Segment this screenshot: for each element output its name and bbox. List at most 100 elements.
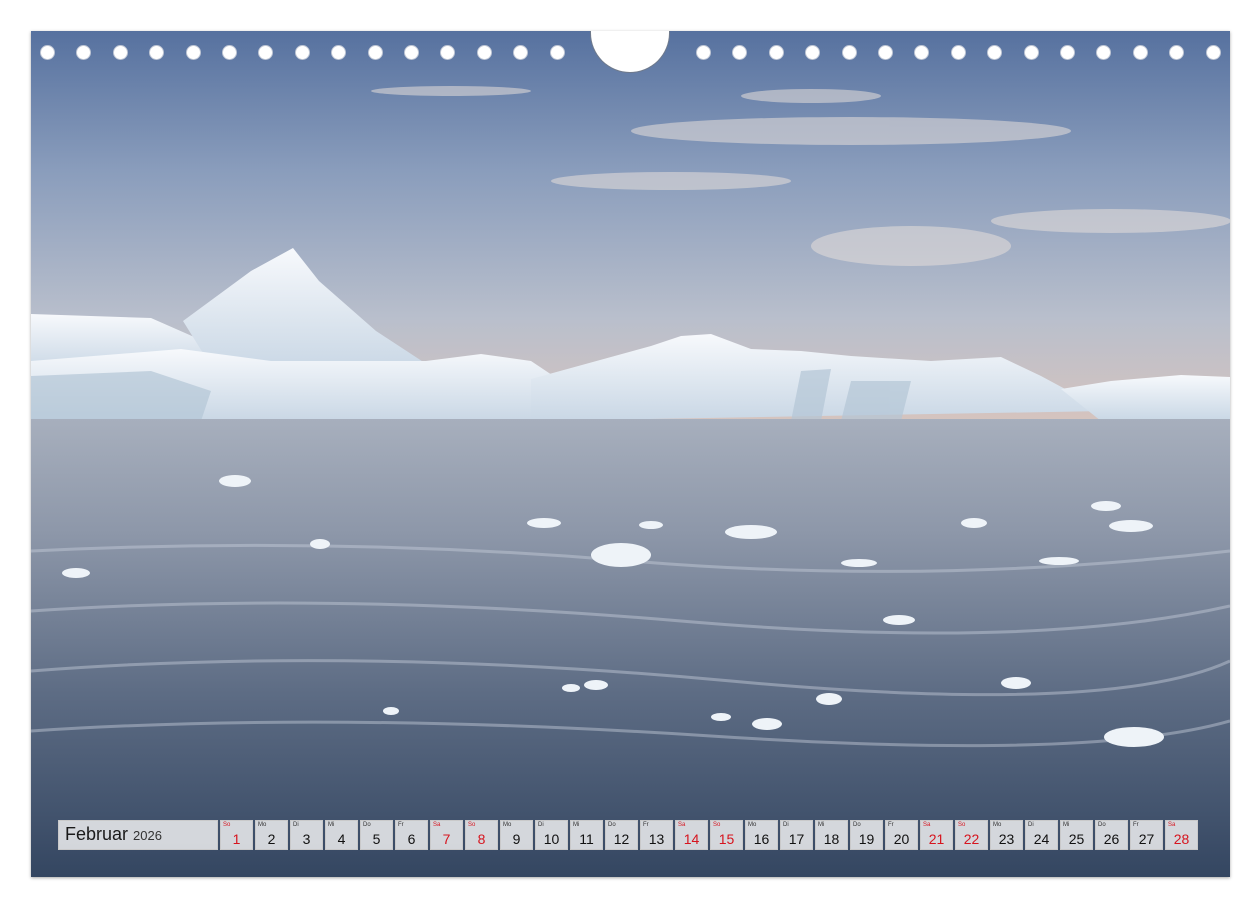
- weekday-abbrev: Fr: [643, 822, 649, 828]
- binding-hole: [258, 45, 274, 60]
- binding-hole: [841, 45, 857, 60]
- day-cell: So 1: [220, 820, 253, 850]
- binding-hole: [1169, 45, 1185, 60]
- day-number: 2: [267, 831, 276, 847]
- day-cell: Mi 25: [1060, 820, 1093, 850]
- month-label-cell: Februar 2026: [58, 820, 218, 850]
- day-number: 26: [1103, 831, 1120, 847]
- weekday-abbrev: Sa: [923, 822, 931, 828]
- day-cell: Sa 7: [430, 820, 463, 850]
- binding-hole: [40, 45, 55, 60]
- binding-hole: [149, 45, 165, 60]
- day-cell: Di 24: [1025, 820, 1058, 850]
- day-cell: Mi 4: [325, 820, 358, 850]
- binding-hole: [950, 45, 966, 60]
- day-cell: Di 17: [780, 820, 813, 850]
- weekday-abbrev: Mi: [573, 822, 580, 828]
- day-number: 14: [683, 831, 700, 847]
- day-cell: Sa 28: [1165, 820, 1198, 850]
- weekday-abbrev: Di: [293, 822, 299, 828]
- weekday-abbrev: Mi: [818, 822, 825, 828]
- weekday-abbrev: Di: [538, 822, 544, 828]
- weekday-abbrev: Sa: [433, 822, 441, 828]
- binding-hole: [440, 45, 456, 60]
- day-cells: So 1 Mo 2 Di 3 Mi 4 Do 5 Fr 6 Sa 7 So 8 Mo 9 Di 10 Mi 11 Do 12 F…: [220, 820, 1200, 850]
- day-number: 7: [442, 831, 451, 847]
- binding-hole: [112, 45, 128, 60]
- weekday-abbrev: So: [713, 822, 721, 828]
- day-cell: Mi 18: [815, 820, 848, 850]
- day-number: 10: [543, 831, 560, 847]
- binding-hole: [1060, 45, 1075, 60]
- day-number: 13: [648, 831, 665, 847]
- day-cell: Do 12: [605, 820, 638, 850]
- day-cell: Di 3: [290, 820, 323, 850]
- day-cell: Fr 20: [885, 820, 918, 850]
- day-number: 1: [232, 831, 241, 847]
- day-number: 25: [1068, 831, 1085, 847]
- day-cell: Mo 9: [500, 820, 533, 850]
- day-number: 20: [893, 831, 910, 847]
- day-cell: Fr 6: [395, 820, 428, 850]
- binding-hole: [222, 45, 237, 60]
- day-cell: Di 10: [535, 820, 568, 850]
- binding-hole: [1205, 45, 1221, 60]
- binding-hole: [878, 45, 893, 60]
- binding-hole: [768, 45, 784, 60]
- binding-hole: [1132, 45, 1148, 60]
- weekday-abbrev: So: [958, 822, 966, 828]
- day-number: 6: [407, 831, 416, 847]
- day-cell: Mo 16: [745, 820, 778, 850]
- binding-hole: [696, 45, 711, 60]
- weekday-abbrev: Mo: [258, 822, 267, 828]
- weekday-abbrev: Fr: [1133, 822, 1139, 828]
- day-number: 22: [963, 831, 980, 847]
- binding-hole: [294, 45, 310, 60]
- iceberg-photo: [31, 31, 1230, 877]
- day-number: 4: [337, 831, 346, 847]
- weekday-abbrev: Mo: [503, 822, 512, 828]
- binding-hole: [805, 45, 821, 60]
- day-number: 12: [613, 831, 630, 847]
- weekday-abbrev: Do: [853, 822, 861, 828]
- day-cell: Mi 11: [570, 820, 603, 850]
- weekday-abbrev: Mi: [328, 822, 335, 828]
- binding-hole: [732, 45, 748, 60]
- binding-hole: [914, 45, 930, 60]
- day-number: 23: [998, 831, 1015, 847]
- month-name: Februar: [65, 824, 129, 844]
- weekday-abbrev: So: [223, 822, 231, 828]
- day-number: 17: [788, 831, 805, 847]
- day-number: 9: [512, 831, 521, 847]
- weekday-abbrev: Di: [783, 822, 789, 828]
- day-number: 24: [1033, 831, 1050, 847]
- binding-hole: [513, 45, 529, 60]
- day-cell: Do 5: [360, 820, 393, 850]
- day-cell: So 22: [955, 820, 988, 850]
- binding-hole: [367, 45, 383, 60]
- binding-hole: [1096, 45, 1112, 60]
- day-cell: Fr 27: [1130, 820, 1163, 850]
- day-cell: Sa 21: [920, 820, 953, 850]
- binding-hole: [185, 45, 201, 60]
- weekday-abbrev: Di: [1028, 822, 1034, 828]
- day-number: 19: [858, 831, 875, 847]
- weekday-abbrev: Sa: [678, 822, 686, 828]
- day-number: 28: [1173, 831, 1190, 847]
- calendar-page: Februar 2026 So 1 Mo 2 Di 3 Mi 4 Do 5 Fr 6 Sa 7 So 8 Mo 9…: [31, 31, 1230, 877]
- day-number: 27: [1138, 831, 1155, 847]
- binding-hole: [549, 45, 565, 60]
- weekday-abbrev: Mi: [1063, 822, 1070, 828]
- weekday-abbrev: Fr: [398, 822, 404, 828]
- day-number: 16: [753, 831, 770, 847]
- binding-hole: [76, 45, 92, 60]
- day-cell: Mo 2: [255, 820, 288, 850]
- day-cell: Mo 23: [990, 820, 1023, 850]
- weekday-abbrev: So: [468, 822, 476, 828]
- binding-hole: [987, 45, 1003, 60]
- weekday-abbrev: Mo: [993, 822, 1002, 828]
- day-number: 3: [302, 831, 311, 847]
- day-cell: Do 19: [850, 820, 883, 850]
- weekday-abbrev: Fr: [888, 822, 894, 828]
- binding-hole: [476, 45, 492, 60]
